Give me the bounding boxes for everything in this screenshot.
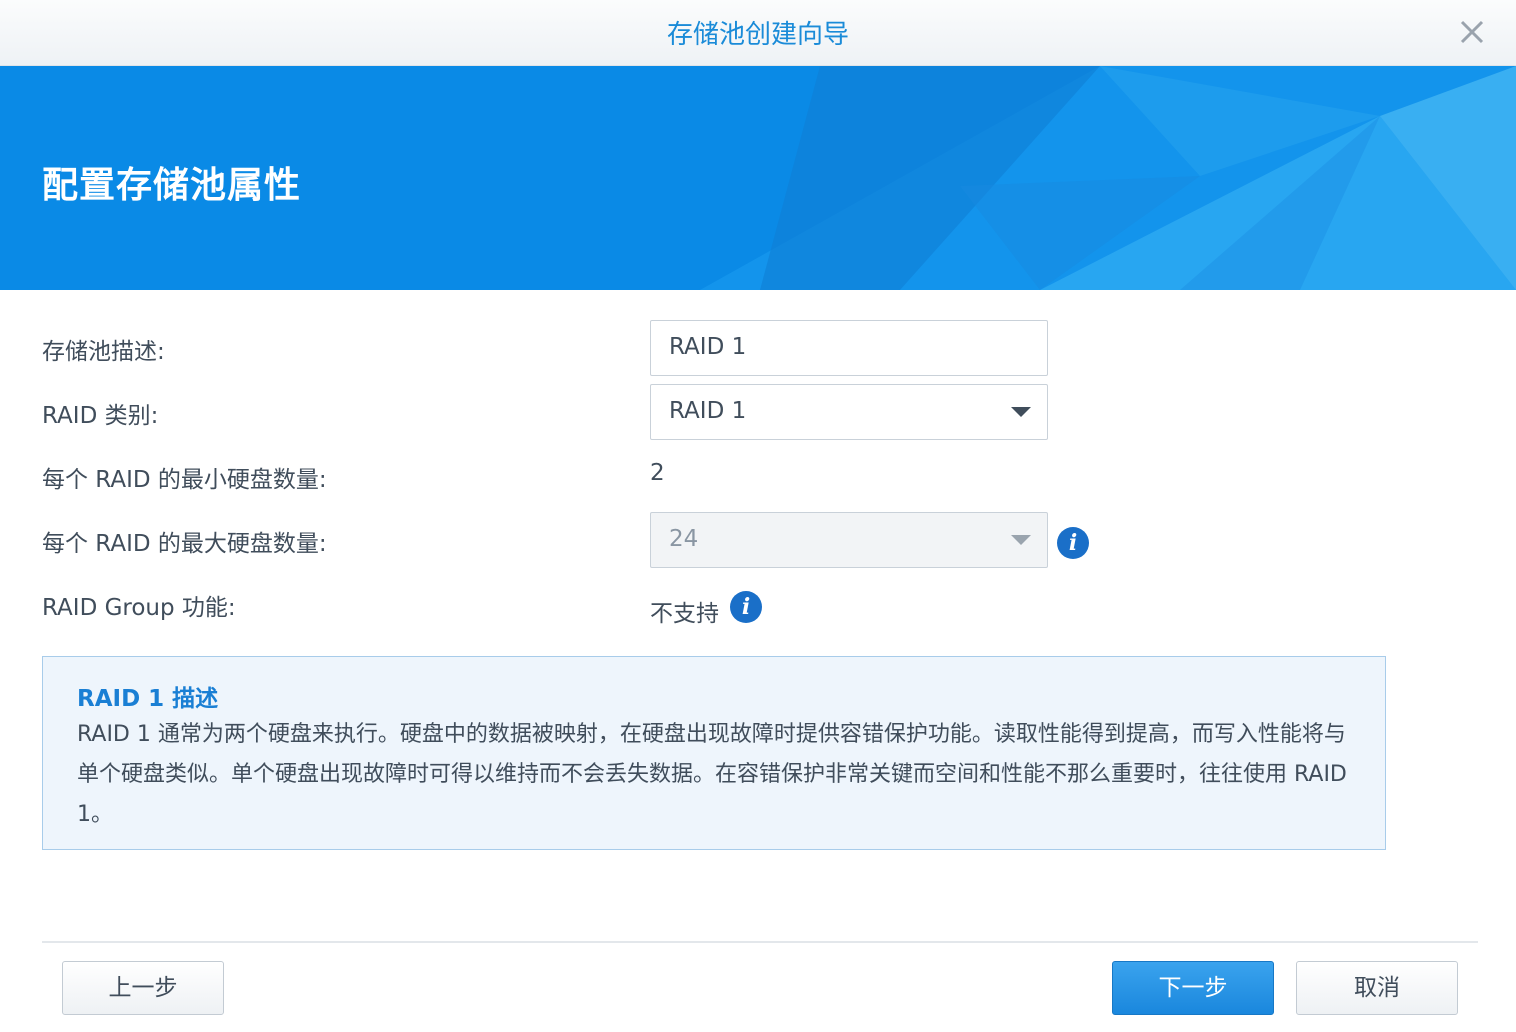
raid-description-title: RAID 1 描述: [77, 686, 219, 712]
raid-type-label: RAID 类别:: [42, 403, 159, 429]
pool-description-input[interactable]: RAID 1: [650, 320, 1048, 376]
raid-description-panel: RAID 1 描述 RAID 1 通常为两个硬盘来执行。硬盘中的数据被映射，在硬…: [42, 656, 1386, 850]
chevron-down-icon: [1011, 535, 1031, 545]
min-disks-value: 2: [650, 460, 665, 486]
max-disks-value: 24: [669, 526, 699, 552]
raid-type-select[interactable]: RAID 1: [650, 384, 1048, 440]
cancel-button[interactable]: 取消: [1296, 961, 1458, 1015]
pool-description-value: RAID 1: [669, 334, 747, 360]
raid-group-value: 不支持: [650, 601, 719, 627]
max-disks-label: 每个 RAID 的最大硬盘数量:: [42, 531, 327, 557]
pool-description-label: 存储池描述:: [42, 339, 165, 365]
footer-divider: [42, 941, 1478, 943]
back-button[interactable]: 上一步: [62, 961, 224, 1015]
raid-description-text: RAID 1 通常为两个硬盘来执行。硬盘中的数据被映射，在硬盘出现故障时提供容错…: [77, 722, 1347, 827]
close-icon[interactable]: [1458, 18, 1486, 46]
chevron-down-icon: [1011, 407, 1031, 417]
raid-type-value: RAID 1: [669, 398, 747, 424]
min-disks-label: 每个 RAID 的最小硬盘数量:: [42, 467, 327, 493]
window-title: 存储池创建向导: [666, 20, 849, 50]
window-titlebar: 存储池创建向导: [0, 0, 1516, 66]
max-disks-select: 24: [650, 512, 1048, 568]
page-heading: 配置存储池属性: [42, 165, 302, 206]
wizard-banner: 配置存储池属性: [0, 66, 1516, 290]
raid-group-label: RAID Group 功能:: [42, 595, 236, 621]
next-button[interactable]: 下一步: [1112, 961, 1274, 1015]
info-icon[interactable]: i: [730, 591, 762, 623]
info-icon[interactable]: i: [1057, 527, 1089, 559]
